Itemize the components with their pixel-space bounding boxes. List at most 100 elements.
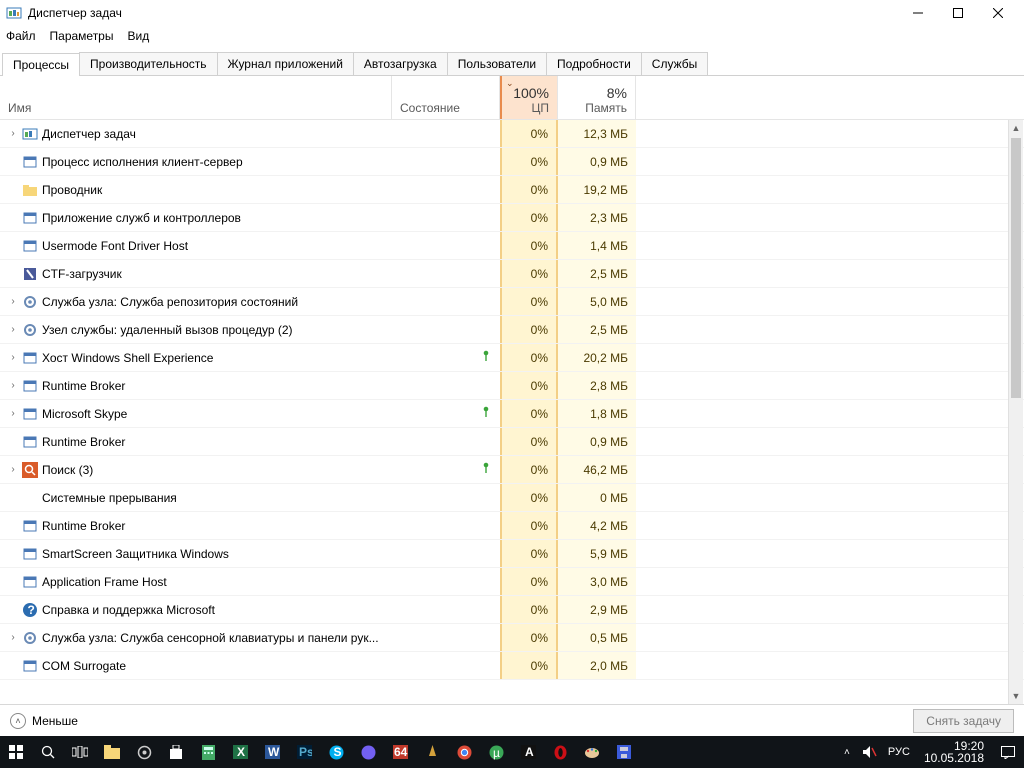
process-memory: 12,3 МБ <box>558 120 636 147</box>
taskbar-app-settings[interactable] <box>128 736 160 768</box>
process-name: SmartScreen Защитника Windows <box>42 547 229 561</box>
col-memory[interactable]: 8% Память <box>558 76 636 119</box>
menu-options[interactable]: Параметры <box>50 29 114 43</box>
process-row[interactable]: Приложение служб и контроллеров0%2,3 МБ <box>0 204 1024 232</box>
process-name: Процесс исполнения клиент-сервер <box>42 155 243 169</box>
menu-view[interactable]: Вид <box>127 29 149 43</box>
scroll-up-icon[interactable]: ▲ <box>1009 120 1023 136</box>
taskbar-app-excel[interactable]: X <box>224 736 256 768</box>
taskbar-app-chrome[interactable] <box>448 736 480 768</box>
expand-icon[interactable]: › <box>8 408 18 419</box>
tab-processes[interactable]: Процессы <box>2 53 80 76</box>
process-name: Поиск (3) <box>42 463 93 477</box>
taskbar-app-save[interactable] <box>608 736 640 768</box>
process-state <box>392 148 500 175</box>
tab-details[interactable]: Подробности <box>546 52 642 75</box>
process-row[interactable]: Runtime Broker0%4,2 МБ <box>0 512 1024 540</box>
col-state[interactable]: Состояние <box>392 76 500 119</box>
process-icon <box>22 322 38 338</box>
taskbar-app-calculator[interactable] <box>192 736 224 768</box>
process-row[interactable]: CTF-загрузчик0%2,5 МБ <box>0 260 1024 288</box>
svg-text:A: A <box>525 745 534 759</box>
minimize-button[interactable] <box>898 0 938 26</box>
tab-performance[interactable]: Производительность <box>79 52 217 75</box>
process-memory: 2,8 МБ <box>558 372 636 399</box>
taskbar-app-autocad[interactable]: A <box>512 736 544 768</box>
process-row[interactable]: ?Справка и поддержка Microsoft0%2,9 МБ <box>0 596 1024 624</box>
process-row[interactable]: ›Хост Windows Shell Experience0%20,2 МБ <box>0 344 1024 372</box>
expand-icon[interactable]: › <box>8 352 18 363</box>
process-icon <box>22 462 38 478</box>
expand-icon[interactable]: › <box>8 296 18 307</box>
svg-text:S: S <box>333 745 341 759</box>
process-name: Справка и поддержка Microsoft <box>42 603 215 617</box>
process-memory: 0,9 МБ <box>558 428 636 455</box>
tab-users[interactable]: Пользователи <box>447 52 547 75</box>
taskbar-app-store[interactable] <box>160 736 192 768</box>
process-list: ›Диспетчер задач0%12,3 МБПроцесс исполне… <box>0 120 1024 704</box>
tray-volume-icon[interactable] <box>858 736 882 768</box>
tray-chevron-icon[interactable]: ˄ <box>836 736 858 768</box>
process-row[interactable]: Проводник0%19,2 МБ <box>0 176 1024 204</box>
process-name: Хост Windows Shell Experience <box>42 351 213 365</box>
taskbar-app-viber[interactable] <box>352 736 384 768</box>
taskbar-app-aida64[interactable]: 64 <box>384 736 416 768</box>
col-cpu[interactable]: ⌄ 100% ЦП <box>500 76 558 119</box>
tab-apphistory[interactable]: Журнал приложений <box>217 52 354 75</box>
process-row[interactable]: ›Служба узла: Служба сенсорной клавиатур… <box>0 624 1024 652</box>
process-row[interactable]: ›Служба узла: Служба репозитория состоян… <box>0 288 1024 316</box>
process-memory: 1,4 МБ <box>558 232 636 259</box>
taskbar-app-paint[interactable] <box>576 736 608 768</box>
process-cpu: 0% <box>500 484 558 511</box>
process-name: CTF-загрузчик <box>42 267 122 281</box>
taskbar-app-explorer[interactable] <box>96 736 128 768</box>
taskbar-app-opera[interactable] <box>544 736 576 768</box>
process-icon <box>22 406 38 422</box>
expand-icon[interactable]: › <box>8 632 18 643</box>
col-name[interactable]: Имя <box>0 76 392 119</box>
scrollbar[interactable]: ▲ ▼ <box>1008 120 1023 704</box>
process-row[interactable]: ›Microsoft Skype0%1,8 МБ <box>0 400 1024 428</box>
start-button[interactable] <box>0 736 32 768</box>
expand-icon[interactable]: › <box>8 464 18 475</box>
maximize-button[interactable] <box>938 0 978 26</box>
less-button[interactable]: ˄ Меньше <box>10 713 78 729</box>
close-button[interactable] <box>978 0 1018 26</box>
expand-icon[interactable]: › <box>8 380 18 391</box>
taskbar-app-utorrent[interactable]: µ <box>480 736 512 768</box>
process-row[interactable]: Процесс исполнения клиент-сервер0%0,9 МБ <box>0 148 1024 176</box>
process-icon <box>22 378 38 394</box>
tab-services[interactable]: Службы <box>641 52 708 75</box>
process-row[interactable]: SmartScreen Защитника Windows0%5,9 МБ <box>0 540 1024 568</box>
scroll-thumb[interactable] <box>1011 138 1021 398</box>
expand-icon[interactable]: › <box>8 128 18 139</box>
tray-clock[interactable]: 19:20 10.05.2018 <box>916 740 992 764</box>
process-row[interactable]: ›Поиск (3)0%46,2 МБ <box>0 456 1024 484</box>
expand-icon[interactable]: › <box>8 324 18 335</box>
process-row[interactable]: Usermode Font Driver Host0%1,4 МБ <box>0 232 1024 260</box>
process-row[interactable]: Системные прерывания0%0 МБ <box>0 484 1024 512</box>
search-icon[interactable] <box>32 736 64 768</box>
taskbar-app-generic1[interactable] <box>416 736 448 768</box>
end-task-button[interactable]: Снять задачу <box>913 709 1014 733</box>
process-row[interactable]: ›Узел службы: удаленный вызов процедур (… <box>0 316 1024 344</box>
svg-text:64: 64 <box>394 745 408 759</box>
process-row[interactable]: COM Surrogate0%2,0 МБ <box>0 652 1024 680</box>
process-row[interactable]: ›Диспетчер задач0%12,3 МБ <box>0 120 1024 148</box>
process-memory: 2,3 МБ <box>558 204 636 231</box>
taskbar-app-photoshop[interactable]: Ps <box>288 736 320 768</box>
process-cpu: 0% <box>500 400 558 427</box>
taskbar-app-word[interactable]: W <box>256 736 288 768</box>
taskview-icon[interactable] <box>64 736 96 768</box>
process-memory: 0,9 МБ <box>558 148 636 175</box>
menu-file[interactable]: Файл <box>6 29 36 43</box>
process-row[interactable]: Application Frame Host0%3,0 МБ <box>0 568 1024 596</box>
process-row[interactable]: Runtime Broker0%0,9 МБ <box>0 428 1024 456</box>
taskbar-app-skype[interactable]: S <box>320 736 352 768</box>
process-row[interactable]: ›Runtime Broker0%2,8 МБ <box>0 372 1024 400</box>
tray-notifications-icon[interactable] <box>992 736 1024 768</box>
scroll-down-icon[interactable]: ▼ <box>1009 688 1023 704</box>
tab-startup[interactable]: Автозагрузка <box>353 52 448 75</box>
tray-language[interactable]: РУС <box>882 746 916 758</box>
process-state <box>392 484 500 511</box>
